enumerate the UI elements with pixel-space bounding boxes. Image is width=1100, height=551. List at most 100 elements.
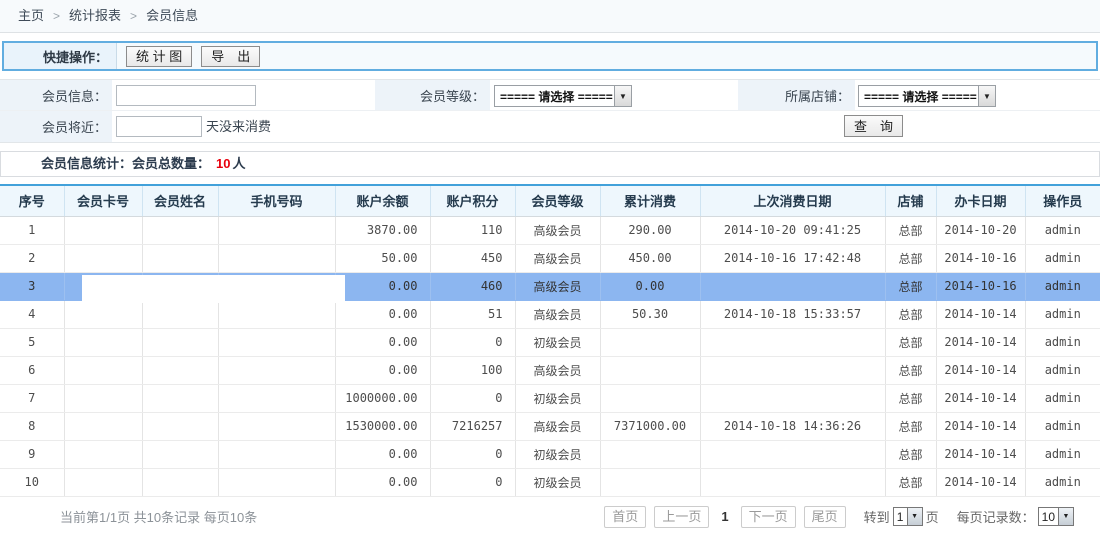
- table-cell: 6: [0, 356, 64, 384]
- table-cell: [218, 384, 335, 412]
- table-cell: 0: [430, 440, 515, 468]
- table-row[interactable]: 71000000.000初级会员总部2014-10-14admin: [0, 384, 1100, 412]
- table-cell: [700, 356, 885, 384]
- column-header: 会员卡号: [64, 185, 142, 216]
- table-cell: 8: [0, 412, 64, 440]
- table-cell: 0.00: [335, 272, 430, 300]
- chevron-down-icon: ▼: [614, 86, 631, 106]
- table-cell: 110: [430, 216, 515, 244]
- table-cell: [64, 356, 142, 384]
- breadcrumb-item[interactable]: 统计报表: [69, 8, 121, 23]
- table-cell: 3: [0, 272, 64, 300]
- table-cell: admin: [1025, 272, 1100, 300]
- store-select[interactable]: ===== 请选择 ===== ▼: [858, 85, 996, 107]
- days-input[interactable]: [116, 116, 202, 137]
- table-cell: 290.00: [600, 216, 700, 244]
- table-cell: 2014-10-14: [936, 328, 1025, 356]
- page-size-value: 10: [1039, 510, 1058, 524]
- table-row[interactable]: 60.00100高级会员总部2014-10-14admin: [0, 356, 1100, 384]
- table-cell: 0.00: [335, 468, 430, 496]
- member-table: 序号会员卡号会员姓名手机号码账户余额账户积分会员等级累计消费上次消费日期店铺办卡…: [0, 184, 1100, 497]
- table-cell: 450: [430, 244, 515, 272]
- table-row[interactable]: 40.0051高级会员50.302014-10-18 15:33:57总部201…: [0, 300, 1100, 328]
- store-label: 所属店铺：: [738, 80, 855, 110]
- table-row[interactable]: 100.000初级会员总部2014-10-14admin: [0, 468, 1100, 496]
- member-level-label: 会员等级：: [375, 80, 490, 110]
- table-cell: [64, 384, 142, 412]
- table-cell: 7216257: [430, 412, 515, 440]
- member-level-select[interactable]: ===== 请选择 ===== ▼: [494, 85, 632, 107]
- prev-page-button[interactable]: 上一页: [654, 506, 709, 528]
- table-cell: 2014-10-16: [936, 244, 1025, 272]
- page-size-select[interactable]: 10 ▼: [1038, 507, 1074, 526]
- table-cell: [142, 244, 218, 272]
- table-cell: 总部: [885, 440, 936, 468]
- page-info: 当前第1/1页 共10条记录 每页10条: [60, 507, 257, 526]
- pagination-bar: 当前第1/1页 共10条记录 每页10条 首页 上一页 1 下一页 尾页 转到 …: [0, 497, 1100, 528]
- table-cell: 0.00: [335, 356, 430, 384]
- table-cell: [700, 384, 885, 412]
- table-cell: 2014-10-14: [936, 384, 1025, 412]
- summary-prefix: 会员信息统计：会员总数量：: [41, 156, 210, 171]
- chevron-down-icon: ▼: [907, 508, 922, 525]
- table-cell: [700, 440, 885, 468]
- table-row[interactable]: 50.000初级会员总部2014-10-14admin: [0, 328, 1100, 356]
- table-cell: [600, 384, 700, 412]
- column-header: 账户余额: [335, 185, 430, 216]
- table-cell: 2014-10-16 17:42:48: [700, 244, 885, 272]
- chevron-down-icon: ▼: [978, 86, 995, 106]
- table-cell: 高级会员: [515, 272, 600, 300]
- table-cell: [218, 328, 335, 356]
- quick-actions-label: 快捷操作：: [4, 43, 117, 69]
- table-cell: 3870.00: [335, 216, 430, 244]
- table-cell: 0.00: [335, 440, 430, 468]
- table-cell: 450.00: [600, 244, 700, 272]
- table-cell: 高级会员: [515, 412, 600, 440]
- last-page-button[interactable]: 尾页: [804, 506, 846, 528]
- table-cell: 总部: [885, 328, 936, 356]
- goto-page-select[interactable]: 1 ▼: [893, 507, 923, 526]
- table-row[interactable]: 13870.00110高级会员290.002014-10-20 09:41:25…: [0, 216, 1100, 244]
- statistics-chart-button[interactable]: 统 计 图: [126, 46, 192, 67]
- table-cell: 2014-10-14: [936, 468, 1025, 496]
- filter-panel: 会员信息： 会员等级： ===== 请选择 ===== ▼ 所属店铺： ====…: [0, 79, 1100, 143]
- table-cell: 4: [0, 300, 64, 328]
- quick-actions-bar: 快捷操作： 统 计 图 导 出: [2, 41, 1098, 71]
- query-button[interactable]: 查 询: [844, 115, 903, 137]
- export-button[interactable]: 导 出: [201, 46, 260, 67]
- table-cell: 2: [0, 244, 64, 272]
- column-header: 会员等级: [515, 185, 600, 216]
- member-info-input[interactable]: [116, 85, 256, 106]
- table-cell: admin: [1025, 300, 1100, 328]
- table-cell: 50.30: [600, 300, 700, 328]
- next-page-button[interactable]: 下一页: [741, 506, 796, 528]
- table-cell: [64, 216, 142, 244]
- member-info-label: 会员信息：: [0, 80, 112, 110]
- column-header: 操作员: [1025, 185, 1100, 216]
- table-cell: 初级会员: [515, 328, 600, 356]
- table-cell: [64, 300, 142, 328]
- table-cell: [218, 244, 335, 272]
- table-cell: 7371000.00: [600, 412, 700, 440]
- table-cell: 5: [0, 328, 64, 356]
- table-row[interactable]: 81530000.007216257高级会员7371000.002014-10-…: [0, 412, 1100, 440]
- table-cell: 总部: [885, 384, 936, 412]
- table-cell: admin: [1025, 384, 1100, 412]
- breadcrumb: 主页>统计报表>会员信息: [0, 0, 1100, 33]
- table-row[interactable]: 90.000初级会员总部2014-10-14admin: [0, 440, 1100, 468]
- table-cell: admin: [1025, 412, 1100, 440]
- table-cell: [142, 440, 218, 468]
- breadcrumb-item: 会员信息: [146, 8, 198, 23]
- table-cell: 9: [0, 440, 64, 468]
- table-cell: [142, 412, 218, 440]
- member-table-wrap: 序号会员卡号会员姓名手机号码账户余额账户积分会员等级累计消费上次消费日期店铺办卡…: [0, 184, 1100, 497]
- table-cell: [218, 440, 335, 468]
- first-page-button[interactable]: 首页: [604, 506, 646, 528]
- column-header: 会员姓名: [142, 185, 218, 216]
- breadcrumb-item[interactable]: 主页: [18, 8, 44, 23]
- store-value: ===== 请选择 =====: [859, 88, 978, 105]
- table-cell: 10: [0, 468, 64, 496]
- table-cell: admin: [1025, 244, 1100, 272]
- table-cell: [218, 468, 335, 496]
- table-row[interactable]: 250.00450高级会员450.002014-10-16 17:42:48总部…: [0, 244, 1100, 272]
